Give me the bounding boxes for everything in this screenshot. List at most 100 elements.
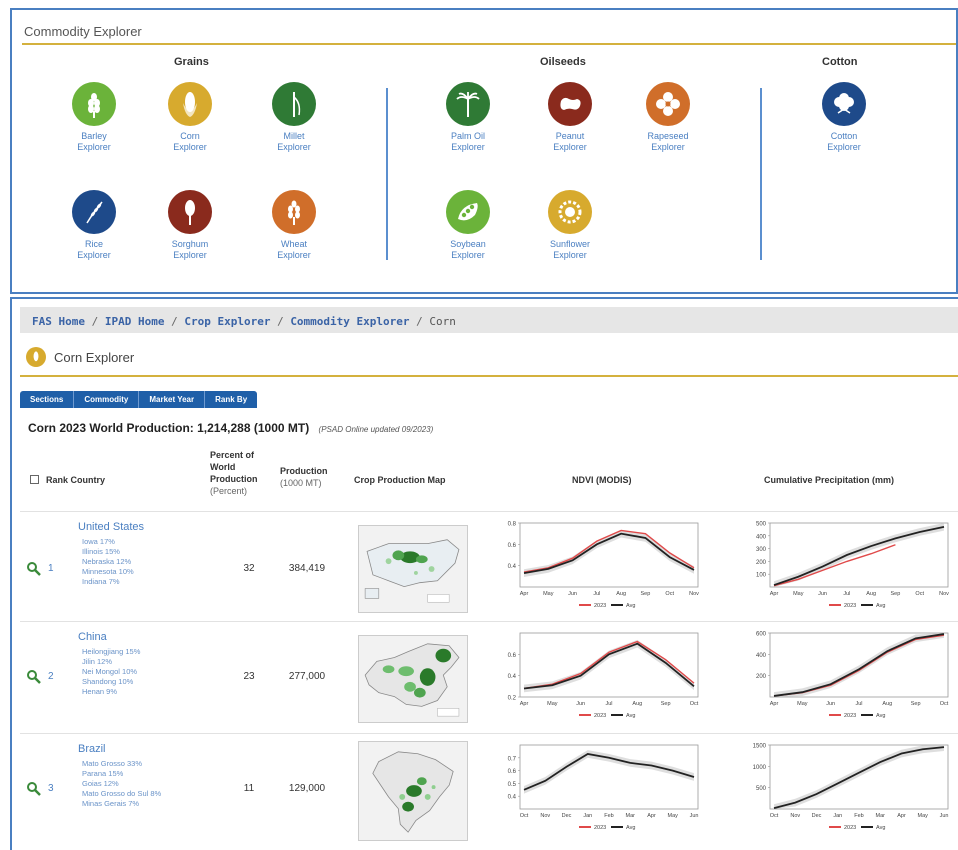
country-link[interactable]: China xyxy=(78,631,107,643)
group-divider xyxy=(760,88,762,260)
subregion-link[interactable]: Jilin 12% xyxy=(82,657,140,667)
crop-production-map[interactable] xyxy=(358,525,468,613)
sorghum-explorer-link[interactable]: Sorghum Explorer xyxy=(145,190,235,261)
subregion-link[interactable]: Shandong 10% xyxy=(82,677,140,687)
breadcrumb-current: Corn xyxy=(429,315,456,328)
commodity-explorer-panel: Commodity Explorer Grains Oilseeds Cotto… xyxy=(10,8,958,294)
col-rank-country[interactable]: Rank Country xyxy=(46,475,105,485)
crop-production-map[interactable] xyxy=(358,635,468,723)
x-tick-label: Oct xyxy=(520,813,529,819)
corn-explorer-link[interactable]: Corn Explorer xyxy=(145,82,235,153)
explorer-suffix: Explorer xyxy=(553,250,587,260)
x-tick-label: Nov xyxy=(790,813,800,819)
crop-production-map[interactable] xyxy=(358,741,468,841)
tab-sections[interactable]: Sections xyxy=(20,391,75,408)
col-percent[interactable]: Percent of World Production (Percent) xyxy=(210,449,258,497)
ndvi-chart[interactable]: 0.7 0.6 0.5 0.4 Oct Nov Dec Jan Feb Mar Apr May Jun 2… xyxy=(492,741,702,837)
subregion-link[interactable]: Minas Gerais 7% xyxy=(82,799,161,809)
legend-label-avg: Avg xyxy=(876,603,885,609)
group-divider xyxy=(386,88,388,260)
peanut-explorer-link[interactable]: Peanut Explorer xyxy=(525,82,615,153)
ndvi-chart[interactable]: 0.8 0.6 0.4 Apr May Jun Jul Aug Sep Oct Nov 2023 Avg xyxy=(492,519,702,615)
precipitation-chart[interactable]: 600 400 200 Apr May Jun Jul Aug Sep Oct 2023 Avg xyxy=(742,629,952,725)
subregion-list: Mato Grosso 33% Parana 15% Goias 12% Mat… xyxy=(82,759,161,809)
barley-icon xyxy=(72,82,116,126)
x-tick-label: Oct xyxy=(770,813,779,819)
explorer-name: Cotton xyxy=(830,131,858,141)
rice-explorer-link[interactable]: Rice Explorer xyxy=(49,190,139,261)
x-tick-label: Jul xyxy=(605,701,612,707)
x-tick-label: Dec xyxy=(562,813,572,819)
zoom-icon[interactable] xyxy=(26,781,42,797)
y-tick-label: 0.4 xyxy=(508,564,517,570)
subregion-link[interactable]: Nebraska 12% xyxy=(82,557,134,567)
subregion-link[interactable]: Nei Mongol 10% xyxy=(82,667,140,677)
soybean-icon xyxy=(446,190,490,234)
x-tick-label: Jul xyxy=(593,591,600,597)
explorer-suffix: Explorer xyxy=(651,142,685,152)
breadcrumb-link-fas-home[interactable]: FAS Home xyxy=(32,315,85,328)
subregion-link[interactable]: Goias 12% xyxy=(82,779,161,789)
explorer-name: Sorghum xyxy=(171,239,209,249)
millet-explorer-link[interactable]: Millet Explorer xyxy=(249,82,339,153)
x-tick-label: Apr xyxy=(897,813,906,819)
production-value: 384,419 xyxy=(288,563,326,574)
col-production[interactable]: Production (1000 MT) xyxy=(280,465,328,489)
tab-market-year[interactable]: Market Year xyxy=(139,391,206,408)
zoom-icon[interactable] xyxy=(26,669,42,685)
col-percent-line: Production xyxy=(210,474,258,484)
subregion-link[interactable]: Iowa 17% xyxy=(82,537,134,547)
subregion-link[interactable]: Mato Grosso 33% xyxy=(82,759,161,769)
barley-explorer-link[interactable]: Barley Explorer xyxy=(49,82,139,153)
x-tick-label: May xyxy=(797,701,808,707)
select-all-checkbox[interactable] xyxy=(30,475,39,484)
explorer-suffix: Explorer xyxy=(173,142,207,152)
rapeseed-explorer-link[interactable]: Rapeseed Explorer xyxy=(623,82,713,153)
precipitation-chart[interactable]: 1500 1000 500 Oct Nov Dec Jan Feb Mar Apr May Jun 20… xyxy=(742,741,952,837)
rapeseed-icon xyxy=(646,82,690,126)
country-link[interactable]: United States xyxy=(78,521,144,533)
subregion-link[interactable]: Heilongjiang 15% xyxy=(82,647,140,657)
subregion-link[interactable]: Illinois 15% xyxy=(82,547,134,557)
sunflower-explorer-link[interactable]: Sunflower Explorer xyxy=(525,190,615,261)
precipitation-chart[interactable]: 500 400 300 200 100 Apr May Jun Jul Aug Sep Oct Nov 2… xyxy=(742,519,952,615)
explorer-suffix: Explorer xyxy=(451,142,485,152)
wheat-explorer-link[interactable]: Wheat Explorer xyxy=(249,190,339,261)
soybean-explorer-link[interactable]: Soybean Explorer xyxy=(423,190,513,261)
x-tick-label: Aug xyxy=(616,591,626,597)
y-tick-label: 0.6 xyxy=(508,769,517,775)
subregion-link[interactable]: Henan 9% xyxy=(82,687,140,697)
palm-icon xyxy=(446,82,490,126)
rank-number: 1 xyxy=(48,563,54,574)
x-tick-label: Oct xyxy=(690,701,699,707)
col-percent-line: Percent of xyxy=(210,450,255,460)
tab-commodity[interactable]: Commodity xyxy=(74,391,140,408)
ndvi-chart[interactable]: 0.6 0.4 0.2Apr May Jun Jul Aug Sep Oct 2023 Avg xyxy=(492,629,702,725)
peanut-icon xyxy=(548,82,592,126)
corn-icon xyxy=(168,82,212,126)
legend-label-2023: 2023 xyxy=(844,603,856,609)
palm-oil-explorer-link[interactable]: Palm Oil Explorer xyxy=(423,82,513,153)
subregion-link[interactable]: Parana 15% xyxy=(82,769,161,779)
cotton-icon xyxy=(822,82,866,126)
breadcrumb-link-ipad-home[interactable]: IPAD Home xyxy=(105,315,165,328)
legend-label-2023: 2023 xyxy=(594,825,606,831)
percent-value: 23 xyxy=(243,671,255,682)
breadcrumb-separator: / xyxy=(91,315,99,328)
zoom-icon[interactable] xyxy=(26,561,42,577)
country-link[interactable]: Brazil xyxy=(78,743,106,755)
tab-rank-by[interactable]: Rank By xyxy=(205,391,257,408)
explorer-name: Sunflower xyxy=(549,239,591,249)
breadcrumb-link-crop-explorer[interactable]: Crop Explorer xyxy=(184,315,270,328)
subregion-link[interactable]: Mato Grosso do Sul 8% xyxy=(82,789,161,799)
subregion-link[interactable]: Indiana 7% xyxy=(82,577,134,587)
breadcrumb-link-commodity-explorer[interactable]: Commodity Explorer xyxy=(290,315,409,328)
explorer-name: Peanut xyxy=(555,131,585,141)
legend-label-avg: Avg xyxy=(876,713,885,719)
subregion-link[interactable]: Minnesota 10% xyxy=(82,567,134,577)
x-tick-label: Feb xyxy=(854,813,863,819)
explorer-name: Rice xyxy=(84,239,103,249)
cotton-explorer-link[interactable]: Cotton Explorer xyxy=(799,82,889,153)
col-production-unit: (1000 MT) xyxy=(280,478,322,488)
x-tick-label: Nov xyxy=(689,591,699,597)
